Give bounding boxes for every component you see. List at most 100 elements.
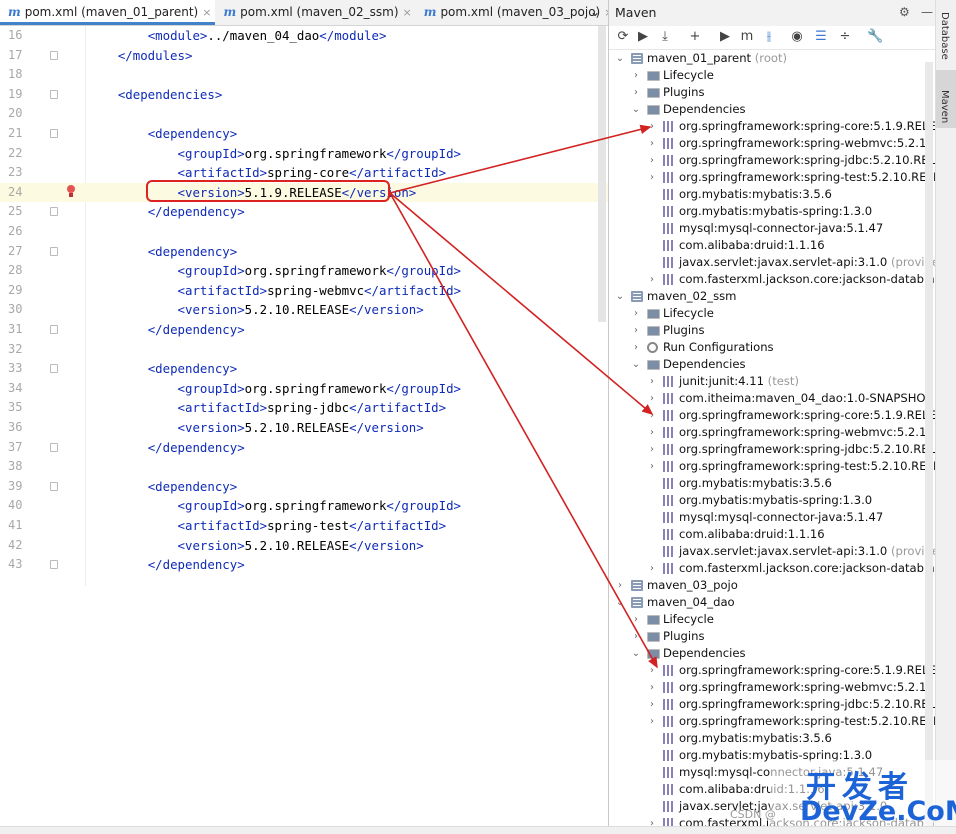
chevron-right-icon[interactable]: ›: [647, 135, 657, 152]
editor-scrollbar[interactable]: [598, 26, 606, 322]
collapse-all-icon[interactable]: ÷: [837, 29, 853, 45]
chevron-right-icon[interactable]: ›: [631, 322, 641, 339]
fold-marker-icon[interactable]: [50, 207, 58, 217]
tree-folder-node[interactable]: › Lifecycle: [609, 611, 939, 628]
tree-dependency-node[interactable]: org.mybatis:mybatis:3.5.6: [609, 730, 939, 747]
tree-dependency-node[interactable]: › com.fasterxml.jackson.core:jackson-data…: [609, 271, 939, 288]
tree-dependency-node[interactable]: › org.springframework:spring-test:5.2.10.…: [609, 458, 939, 475]
code-line[interactable]: 37 </dependency>: [0, 438, 608, 458]
chevron-right-icon[interactable]: ›: [631, 305, 641, 322]
code-editor[interactable]: 16 <module>../maven_04_dao</module> 17 </…: [0, 26, 608, 586]
code-line[interactable]: 34 <groupId>org.springframework</groupId…: [0, 379, 608, 399]
code-line[interactable]: 38: [0, 457, 608, 477]
tree-folder-node[interactable]: ⌄ Dependencies: [609, 645, 939, 662]
code-line[interactable]: 33 <dependency>: [0, 359, 608, 379]
fold-marker-icon[interactable]: [50, 364, 58, 374]
tree-dependency-node[interactable]: › org.springframework:spring-webmvc:5.2.1…: [609, 424, 939, 441]
code-line[interactable]: 16 <module>../maven_04_dao</module>: [0, 26, 608, 46]
editor-tab-2[interactable]: m pom.xml (maven_02_ssm) ×: [215, 0, 415, 25]
execute-goal-icon[interactable]: m: [739, 29, 755, 45]
tree-dependency-node[interactable]: › org.springframework:spring-core:5.1.9.R…: [609, 662, 939, 679]
chevron-right-icon[interactable]: ›: [631, 611, 641, 628]
tree-dependency-node[interactable]: › org.springframework:spring-core:5.1.9.R…: [609, 118, 939, 135]
tree-dependency-node[interactable]: › org.springframework:spring-jdbc:5.2.10.…: [609, 696, 939, 713]
chevron-right-icon[interactable]: ›: [647, 424, 657, 441]
code-line[interactable]: 32: [0, 340, 608, 360]
fold-marker-icon[interactable]: [50, 560, 58, 570]
tree-dependency-node[interactable]: › org.springframework:spring-jdbc:5.2.10.…: [609, 152, 939, 169]
tree-dependency-node[interactable]: com.alibaba:druid:1.1.16: [609, 526, 939, 543]
chevron-right-icon[interactable]: ›: [647, 662, 657, 679]
chevron-right-icon[interactable]: ›: [631, 84, 641, 101]
tree-project-node[interactable]: › maven_03_pojo: [609, 577, 939, 594]
tree-dependency-node[interactable]: mysql:mysql-connector-java:5.1.47: [609, 220, 939, 237]
chevron-down-icon[interactable]: ⌄: [615, 288, 625, 305]
code-line[interactable]: 36 <version>5.2.10.RELEASE</version>: [0, 418, 608, 438]
chevron-right-icon[interactable]: ›: [631, 339, 641, 356]
tree-dependency-node[interactable]: › org.springframework:spring-webmvc:5.2.1…: [609, 135, 939, 152]
chevron-right-icon[interactable]: ›: [631, 67, 641, 84]
tree-folder-node[interactable]: › Plugins: [609, 628, 939, 645]
code-line[interactable]: 26: [0, 222, 608, 242]
tree-folder-node[interactable]: ⌄ Dependencies: [609, 356, 939, 373]
code-line[interactable]: 22 <groupId>org.springframework</groupId…: [0, 144, 608, 164]
chevron-down-icon[interactable]: ⌄: [615, 594, 625, 611]
code-line[interactable]: 20: [0, 104, 608, 124]
code-line[interactable]: 21 <dependency>: [0, 124, 608, 144]
tree-dependency-node[interactable]: org.mybatis:mybatis-spring:1.3.0: [609, 203, 939, 220]
skip-tests-icon[interactable]: ◉: [789, 29, 805, 45]
code-line[interactable]: 19 <dependencies>: [0, 85, 608, 105]
minus-icon[interactable]: —: [921, 5, 933, 19]
tree-project-node[interactable]: ⌄ maven_02_ssm: [609, 288, 939, 305]
chevron-down-icon[interactable]: ⌄: [615, 50, 625, 67]
chevron-right-icon[interactable]: ›: [647, 458, 657, 475]
tabs-overflow-icon[interactable]: ⌄: [582, 0, 604, 25]
side-tab-maven[interactable]: Maven: [939, 90, 950, 123]
chevron-right-icon[interactable]: ›: [647, 118, 657, 135]
add-icon[interactable]: +: [687, 29, 703, 45]
show-deps-icon[interactable]: ☰: [813, 29, 829, 45]
code-line[interactable]: 18: [0, 65, 608, 85]
tree-dependency-node[interactable]: mysql:mysql-connector-java:5.1.47: [609, 509, 939, 526]
tree-dependency-node[interactable]: javax.servlet:javax.servlet-api:3.1.0 (p…: [609, 254, 939, 271]
chevron-right-icon[interactable]: ›: [647, 441, 657, 458]
chevron-down-icon[interactable]: ⌄: [631, 101, 641, 118]
download-icon[interactable]: ⤓: [657, 29, 673, 45]
close-icon[interactable]: ×: [202, 6, 211, 19]
tree-dependency-node[interactable]: › org.springframework:spring-test:5.2.10.…: [609, 169, 939, 186]
fold-marker-icon[interactable]: [50, 481, 58, 491]
tree-dependency-node[interactable]: org.mybatis:mybatis:3.5.6: [609, 475, 939, 492]
code-line[interactable]: 40 <groupId>org.springframework</groupId…: [0, 496, 608, 516]
tree-dependency-node[interactable]: › com.itheima:maven_04_dao:1.0-SNAPSHOT: [609, 390, 939, 407]
chevron-right-icon[interactable]: ›: [647, 560, 657, 577]
chevron-right-icon[interactable]: ›: [647, 169, 657, 186]
fold-marker-icon[interactable]: [50, 50, 58, 60]
tree-dependency-node[interactable]: org.mybatis:mybatis-spring:1.3.0: [609, 492, 939, 509]
code-line[interactable]: 27 <dependency>: [0, 242, 608, 262]
code-line[interactable]: 29 <artifactId>spring-webmvc</artifactId…: [0, 281, 608, 301]
tree-folder-node[interactable]: › Lifecycle: [609, 305, 939, 322]
chevron-right-icon[interactable]: ›: [647, 679, 657, 696]
code-line[interactable]: 42 <version>5.2.10.RELEASE</version>: [0, 536, 608, 556]
fold-marker-icon[interactable]: [50, 89, 58, 99]
chevron-right-icon[interactable]: ›: [647, 713, 657, 730]
code-line[interactable]: 35 <artifactId>spring-jdbc</artifactId>: [0, 398, 608, 418]
generate-sources-icon[interactable]: ▶︎: [635, 29, 651, 45]
tree-dependency-node[interactable]: com.alibaba:druid:1.1.16: [609, 237, 939, 254]
code-line[interactable]: 25 </dependency>: [0, 202, 608, 222]
code-line[interactable]: 39 <dependency>: [0, 477, 608, 497]
chevron-down-icon[interactable]: ⌄: [631, 645, 641, 662]
tree-dependency-node[interactable]: org.mybatis:mybatis:3.5.6: [609, 186, 939, 203]
tree-folder-node[interactable]: › Run Configurations: [609, 339, 939, 356]
tree-dependency-node[interactable]: › org.springframework:spring-jdbc:5.2.10.…: [609, 441, 939, 458]
tree-dependency-node[interactable]: › junit:junit:4.11 (test): [609, 373, 939, 390]
tree-folder-node[interactable]: ⌄ Dependencies: [609, 101, 939, 118]
tree-folder-node[interactable]: › Plugins: [609, 84, 939, 101]
chevron-right-icon[interactable]: ›: [615, 577, 625, 594]
chevron-right-icon[interactable]: ›: [631, 628, 641, 645]
run-icon[interactable]: ▶: [717, 29, 733, 45]
maven-tree-scrollbar[interactable]: [925, 62, 933, 832]
code-line[interactable]: 31 </dependency>: [0, 320, 608, 340]
reload-icon[interactable]: ⟳: [615, 29, 631, 45]
code-line[interactable]: 30 <version>5.2.10.RELEASE</version>: [0, 300, 608, 320]
